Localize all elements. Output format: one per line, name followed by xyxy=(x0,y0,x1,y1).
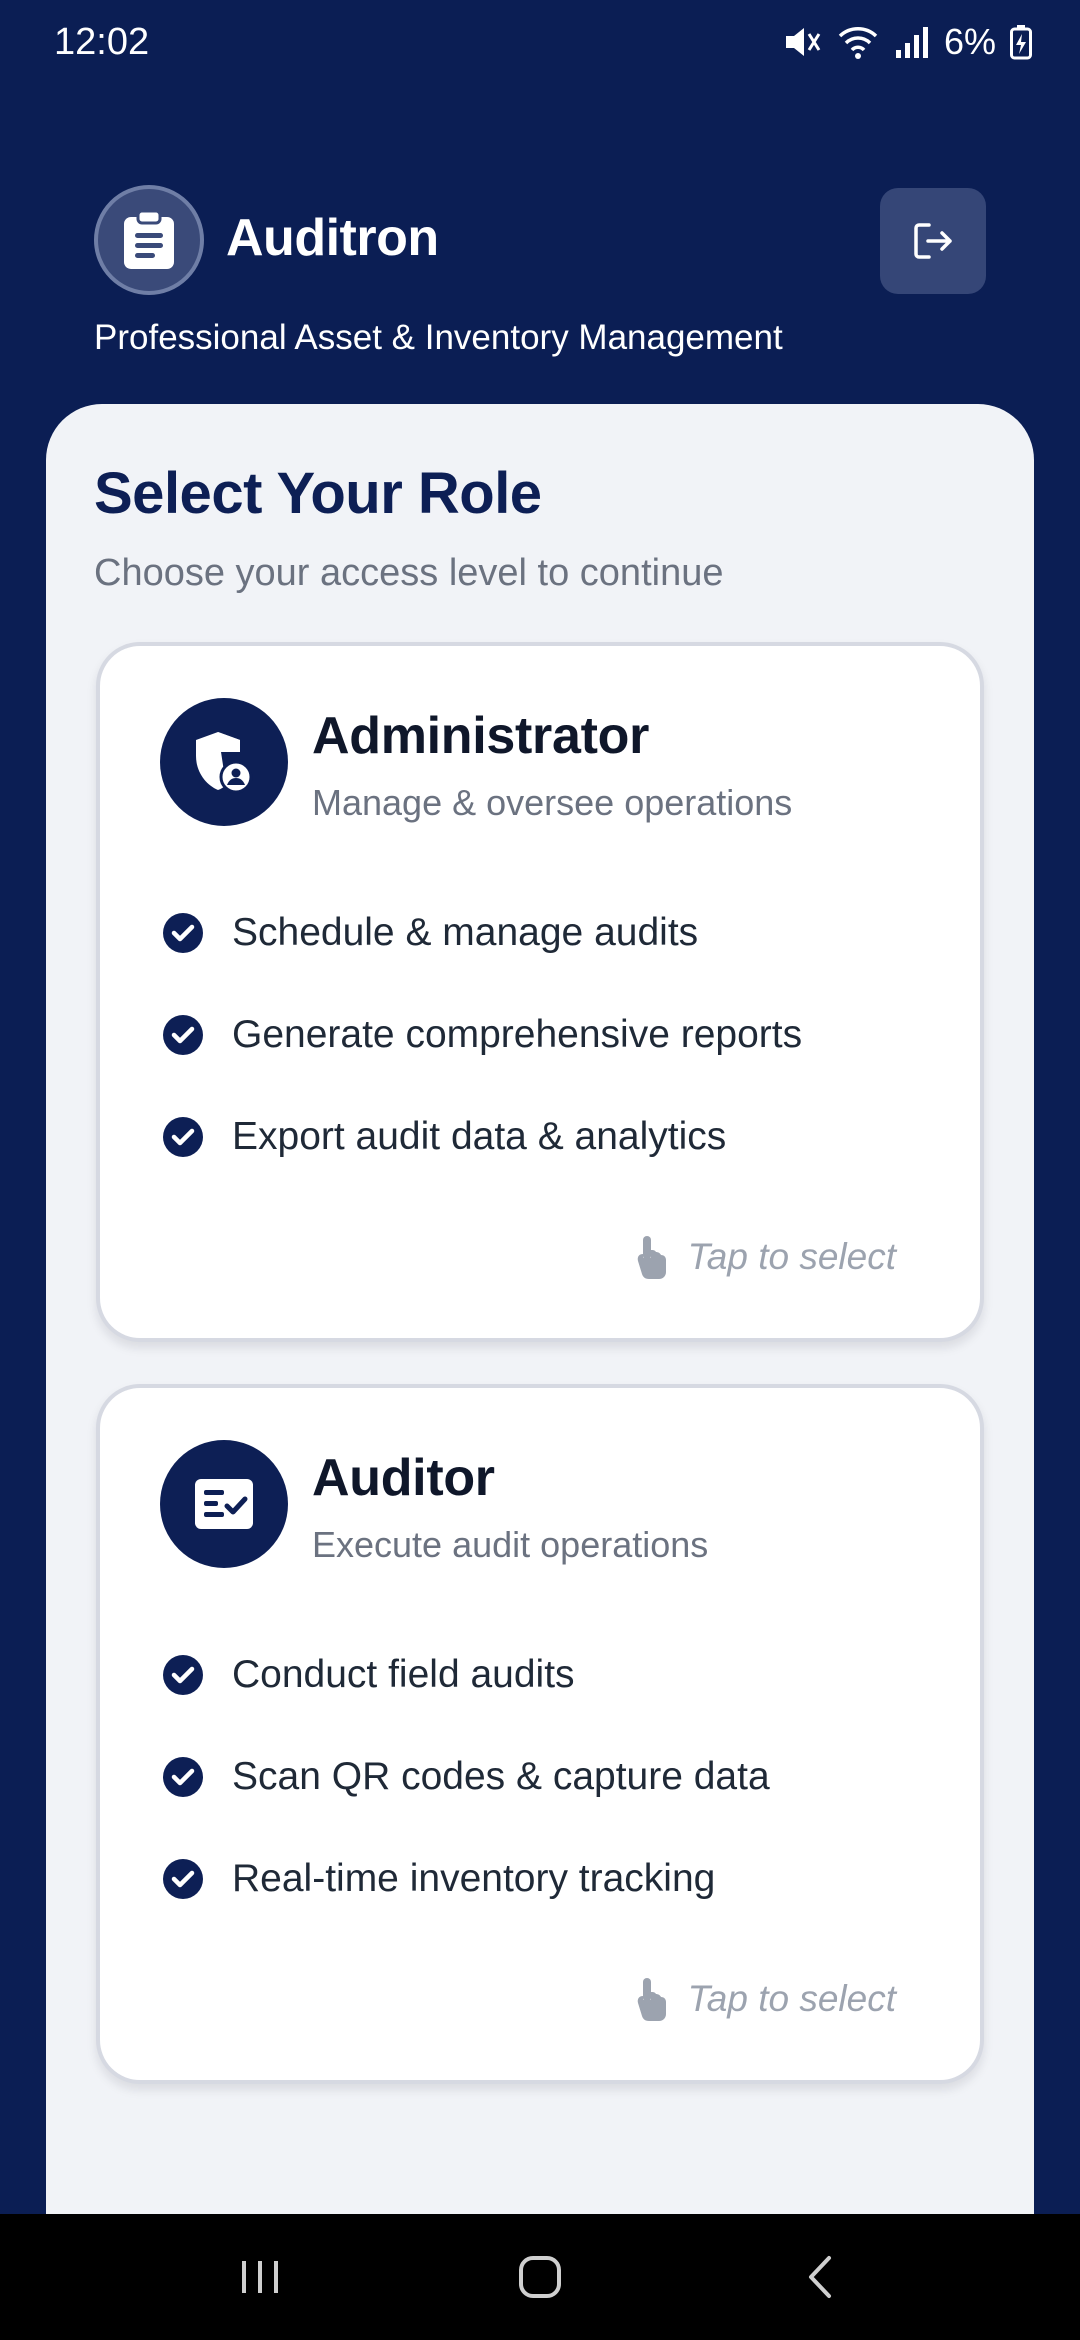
role-selection-sheet: Select Your Role Choose your access leve… xyxy=(46,404,1034,2214)
check-circle-icon xyxy=(163,1859,203,1899)
list-item: Export audit data & analytics xyxy=(162,1086,802,1188)
feature-text: Generate comprehensive reports xyxy=(232,1013,803,1056)
feature-text: Conduct field audits xyxy=(232,1653,575,1696)
feature-list: Conduct field audits Scan QR codes & cap… xyxy=(162,1624,770,1930)
battery-charging-icon xyxy=(1010,25,1032,60)
tap-hand-icon xyxy=(637,1978,666,2021)
page-subtitle: Choose your access level to continue xyxy=(94,552,724,594)
logout-icon xyxy=(914,223,952,259)
status-bar: 12:02 6% xyxy=(0,0,1080,84)
check-circle-icon xyxy=(163,1655,203,1695)
list-item: Scan QR codes & capture data xyxy=(162,1726,770,1828)
app-title: Auditron xyxy=(226,209,439,267)
feature-text: Export audit data & analytics xyxy=(232,1115,727,1158)
tap-to-select-hint: Tap to select xyxy=(634,1234,896,1280)
tap-to-select-hint: Tap to select xyxy=(634,1976,896,2022)
check-circle-icon xyxy=(163,1015,203,1055)
role-icon xyxy=(160,1440,288,1568)
role-title: Administrator xyxy=(312,707,650,765)
tap-hand-icon xyxy=(637,1236,666,1279)
list-item: Conduct field audits xyxy=(162,1624,770,1726)
checklist-icon xyxy=(195,1479,253,1529)
auditor-role-card[interactable]: Auditor Execute audit operations Conduct… xyxy=(96,1384,984,2084)
recent-apps-button[interactable] xyxy=(200,2237,320,2317)
status-icons: 6% xyxy=(782,21,1032,63)
status-time: 12:02 xyxy=(54,20,150,63)
app-header: Auditron Professional Asset & Inventory … xyxy=(0,180,1080,440)
recents-icon xyxy=(242,2261,278,2293)
check-circle-icon xyxy=(163,1117,203,1157)
shield-user-icon xyxy=(196,732,253,794)
app-tagline: Professional Asset & Inventory Managemen… xyxy=(94,318,783,357)
list-item: Real-time inventory tracking xyxy=(162,1828,770,1930)
logout-button[interactable] xyxy=(880,188,986,294)
check-circle-icon xyxy=(163,913,203,953)
battery-percent: 6% xyxy=(943,21,996,62)
home-button[interactable] xyxy=(480,2237,600,2317)
tap-hint-text: Tap to select xyxy=(687,1236,896,1277)
role-description: Execute audit operations xyxy=(312,1524,709,1565)
role-title: Auditor xyxy=(312,1449,495,1507)
wifi-icon xyxy=(838,27,878,59)
list-item: Generate comprehensive reports xyxy=(162,984,802,1086)
feature-text: Real-time inventory tracking xyxy=(232,1857,716,1900)
clipboard-icon xyxy=(124,209,174,269)
app-logo xyxy=(94,185,204,295)
system-navigation-bar xyxy=(0,2214,1080,2340)
list-item: Schedule & manage audits xyxy=(162,882,802,984)
feature-text: Scan QR codes & capture data xyxy=(232,1755,770,1798)
home-icon xyxy=(519,2256,561,2298)
page-title: Select Your Role xyxy=(94,461,542,526)
role-icon xyxy=(160,698,288,826)
administrator-role-card[interactable]: Administrator Manage & oversee operation… xyxy=(96,642,984,1342)
role-description: Manage & oversee operations xyxy=(312,782,793,823)
signal-icon xyxy=(895,27,928,58)
feature-text: Schedule & manage audits xyxy=(232,911,699,954)
back-button[interactable] xyxy=(760,2237,880,2317)
back-icon xyxy=(809,2256,831,2298)
tap-hint-text: Tap to select xyxy=(687,1978,896,2019)
check-circle-icon xyxy=(163,1757,203,1797)
feature-list: Schedule & manage audits Generate compre… xyxy=(162,882,802,1188)
mute-icon xyxy=(785,28,821,56)
